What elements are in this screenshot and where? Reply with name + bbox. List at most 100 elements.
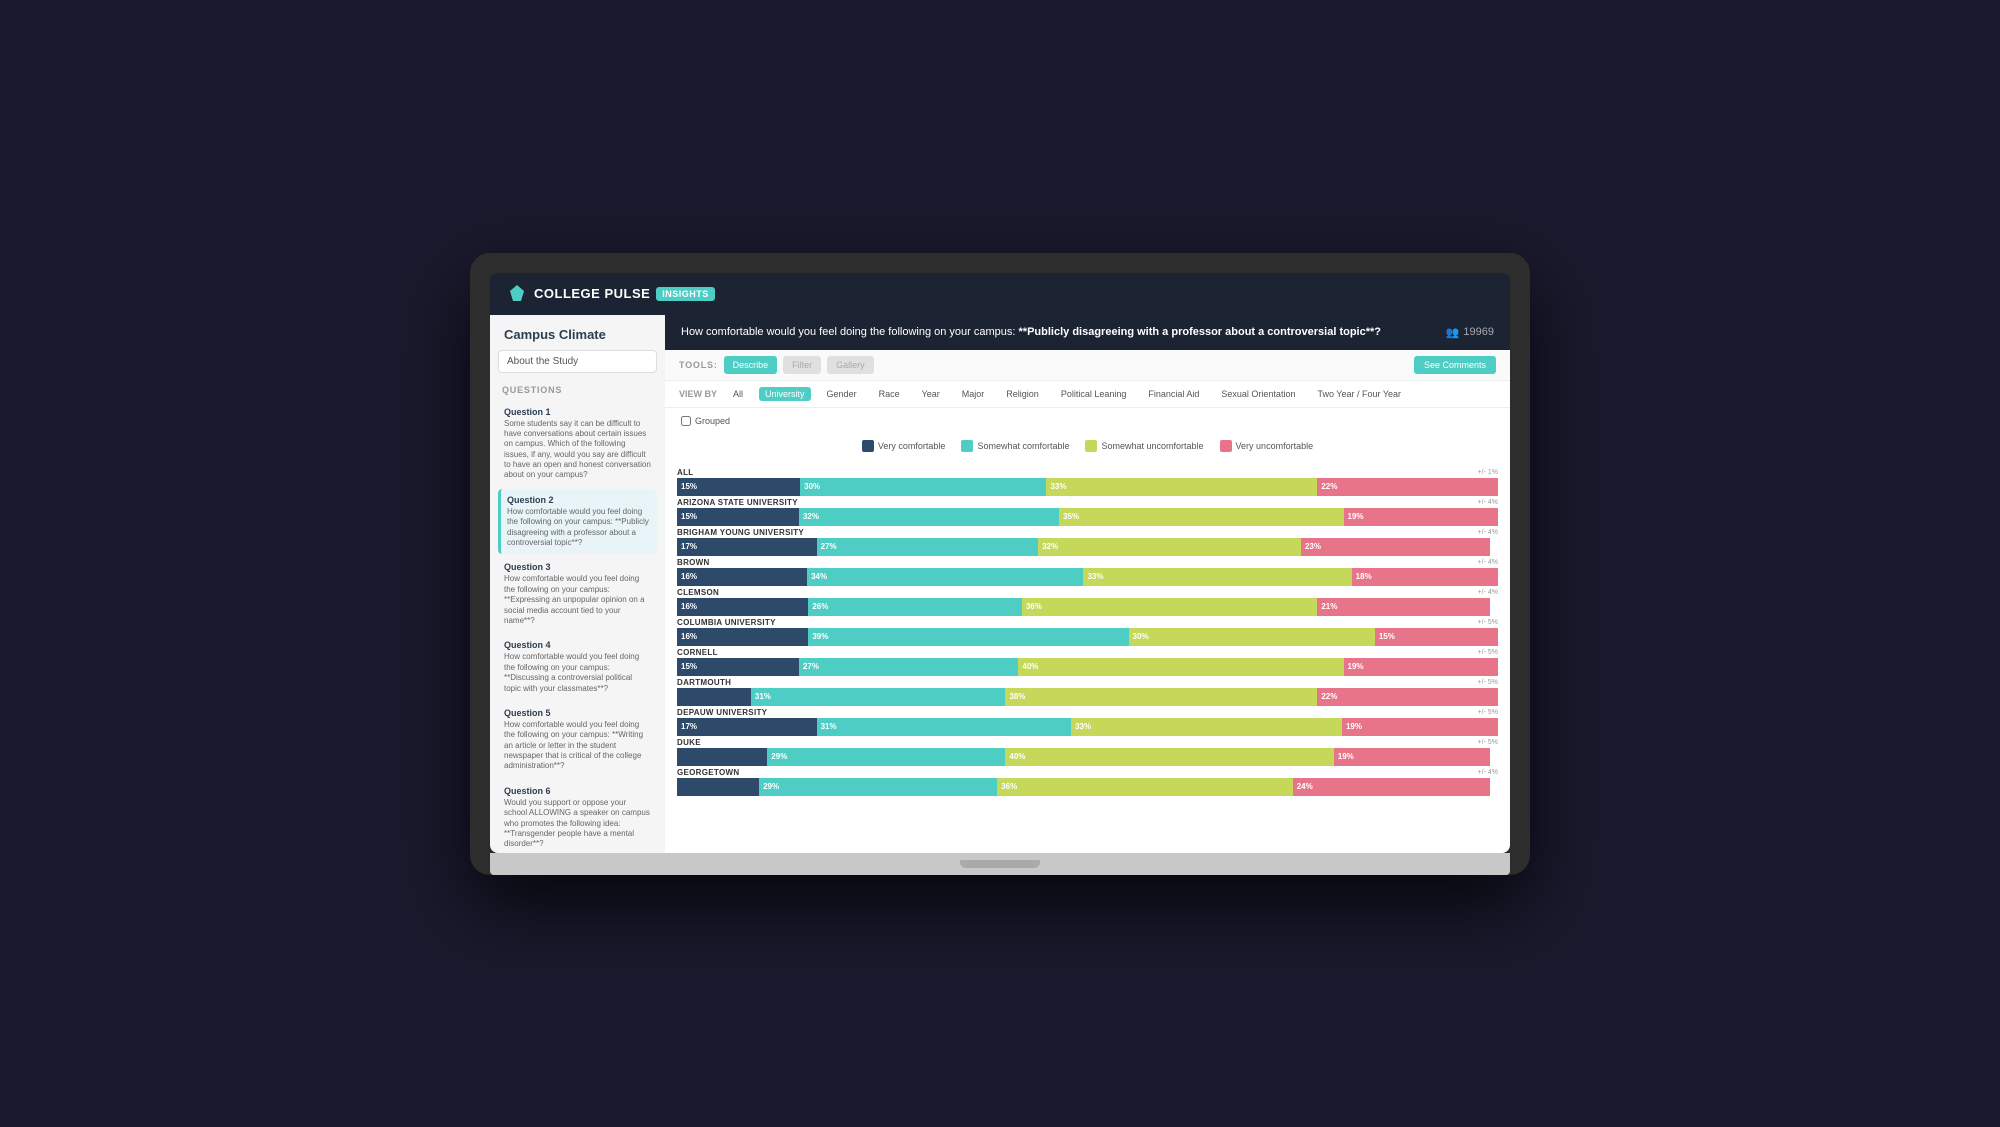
legend-dot-very-uncomfortable: [1220, 440, 1232, 452]
sidebar-title: Campus Climate: [498, 327, 657, 350]
bar-row-0: ALL +/- 1% 15%30%33%22%: [677, 468, 1498, 496]
gallery-button[interactable]: Gallery: [827, 356, 874, 374]
bar-segment-very-uncomfortable-9: 19%: [1334, 748, 1490, 766]
bar-margin-5: +/- 5%: [1478, 619, 1498, 626]
question-5-title: Question 5: [504, 708, 651, 718]
bar-segment-somewhat-uncomfortable-7: 38%: [1005, 688, 1317, 706]
bar-segment-very-uncomfortable-2: 23%: [1301, 538, 1490, 556]
bar-segment-somewhat-comfortable-2: 27%: [817, 538, 1039, 556]
tools-left: TOOLS: Describe Filter Gallery: [679, 356, 874, 374]
sidebar: Campus Climate About the Study QUESTIONS…: [490, 315, 665, 853]
respondent-icon: 👥: [1446, 326, 1460, 339]
laptop-notch: [960, 860, 1040, 868]
bar-margin-2: +/- 4%: [1478, 529, 1498, 536]
legend-label-somewhat-uncomfortable: Somewhat uncomfortable: [1101, 441, 1203, 451]
sidebar-item-question-6[interactable]: Question 6 Would you support or oppose y…: [498, 780, 657, 853]
view-btn-gender[interactable]: Gender: [821, 387, 863, 401]
legend-label-very-comfortable: Very comfortable: [878, 441, 946, 451]
bar-segment-somewhat-uncomfortable-6: 40%: [1018, 658, 1343, 676]
view-btn-year[interactable]: Year: [916, 387, 946, 401]
view-btn-all[interactable]: All: [727, 387, 749, 401]
bar-row-9: DUKE+/- 5%29%40%19%: [677, 738, 1498, 766]
bar-label-row-1: ARIZONA STATE UNIVERSITY+/- 4%: [677, 498, 1498, 507]
view-by-bar: VIEW BY All University Gender Race Year …: [665, 381, 1510, 408]
bar-margin-10: +/- 4%: [1478, 769, 1498, 776]
respondent-count: 👥 19969: [1446, 326, 1494, 339]
bar-university-label-7: DARTMOUTH: [677, 678, 731, 687]
sidebar-item-question-4[interactable]: Question 4 How comfortable would you fee…: [498, 634, 657, 700]
logo-area: COLLEGE PULSE INSIGHTS: [506, 283, 715, 305]
bar-segment-somewhat-comfortable-7: 31%: [751, 688, 1006, 706]
chart-area: Grouped Very comfortable Somewhat comfor…: [665, 408, 1510, 853]
view-btn-race[interactable]: Race: [873, 387, 906, 401]
bar-university-label-0: ALL: [677, 468, 693, 477]
bar-university-label-10: GEORGETOWN: [677, 768, 739, 777]
bar-container-0: 15%30%33%22%: [677, 478, 1498, 496]
see-comments-button[interactable]: See Comments: [1414, 356, 1496, 374]
bar-container-3: 16%34%33%18%: [677, 568, 1498, 586]
question-2-text: How comfortable would you feel doing the…: [507, 507, 651, 549]
bar-segment-very-comfortable-0: 15%: [677, 478, 800, 496]
bar-segment-somewhat-comfortable-4: 26%: [808, 598, 1021, 616]
view-btn-university[interactable]: University: [759, 387, 811, 401]
bar-segment-somewhat-comfortable-6: 27%: [799, 658, 1018, 676]
laptop-bottom: [490, 853, 1510, 875]
bar-segment-somewhat-uncomfortable-3: 33%: [1083, 568, 1351, 586]
question-5-text: How comfortable would you feel doing the…: [504, 720, 651, 772]
bar-row-1: ARIZONA STATE UNIVERSITY+/- 4%15%32%35%1…: [677, 498, 1498, 526]
sidebar-item-question-3[interactable]: Question 3 How comfortable would you fee…: [498, 556, 657, 632]
view-btn-financial[interactable]: Financial Aid: [1142, 387, 1205, 401]
question-2-title: Question 2: [507, 495, 651, 505]
grouped-checkbox[interactable]: [681, 416, 691, 426]
bar-label-row-3: BROWN+/- 4%: [677, 558, 1498, 567]
bar-segment-very-uncomfortable-0: 22%: [1317, 478, 1498, 496]
legend-dot-somewhat-uncomfortable: [1085, 440, 1097, 452]
view-btn-sexual[interactable]: Sexual Orientation: [1215, 387, 1301, 401]
bar-label-row-2: BRIGHAM YOUNG UNIVERSITY+/- 4%: [677, 528, 1498, 537]
bar-segment-very-comfortable-8: 17%: [677, 718, 817, 736]
bar-row-7: DARTMOUTH+/- 5%31%38%22%: [677, 678, 1498, 706]
bar-segment-very-uncomfortable-6: 19%: [1344, 658, 1498, 676]
bar-margin-0: +/- 1%: [1478, 469, 1498, 476]
bar-segment-somewhat-comfortable-5: 39%: [808, 628, 1128, 646]
legend-label-somewhat-comfortable: Somewhat comfortable: [977, 441, 1069, 451]
question-4-text: How comfortable would you feel doing the…: [504, 652, 651, 694]
bar-row-5: COLUMBIA UNIVERSITY+/- 5%16%39%30%15%: [677, 618, 1498, 646]
bar-label-row-4: CLEMSON+/- 4%: [677, 588, 1498, 597]
bar-segment-very-comfortable-10: [677, 778, 759, 796]
insights-badge: INSIGHTS: [656, 287, 715, 301]
bar-row-4: CLEMSON+/- 4%16%26%36%21%: [677, 588, 1498, 616]
view-btn-twoyear[interactable]: Two Year / Four Year: [1311, 387, 1407, 401]
sidebar-item-question-1[interactable]: Question 1 Some students say it can be d…: [498, 401, 657, 487]
bar-segment-somewhat-comfortable-10: 29%: [759, 778, 997, 796]
filter-button[interactable]: Filter: [783, 356, 821, 374]
bar-segment-very-uncomfortable-3: 18%: [1352, 568, 1498, 586]
describe-button[interactable]: Describe: [724, 356, 778, 374]
view-btn-religion[interactable]: Religion: [1000, 387, 1045, 401]
grouped-checkbox-area: Grouped: [677, 416, 1498, 426]
tools-bar: TOOLS: Describe Filter Gallery See Comme…: [665, 350, 1510, 381]
sidebar-item-question-5[interactable]: Question 5 How comfortable would you fee…: [498, 702, 657, 778]
bar-segment-somewhat-comfortable-8: 31%: [817, 718, 1072, 736]
bar-row-10: GEORGETOWN+/- 4%29%36%24%: [677, 768, 1498, 796]
bar-segment-somewhat-comfortable-3: 34%: [807, 568, 1083, 586]
view-by-label: VIEW BY: [679, 389, 717, 399]
legend-somewhat-uncomfortable: Somewhat uncomfortable: [1085, 440, 1203, 452]
view-btn-major[interactable]: Major: [956, 387, 991, 401]
bar-segment-very-uncomfortable-8: 19%: [1342, 718, 1498, 736]
question-header: How comfortable would you feel doing the…: [665, 315, 1510, 350]
about-study-button[interactable]: About the Study: [498, 350, 657, 373]
bar-segment-very-comfortable-5: 16%: [677, 628, 808, 646]
sidebar-item-question-2[interactable]: Question 2 How comfortable would you fee…: [498, 489, 657, 555]
view-btn-political[interactable]: Political Leaning: [1055, 387, 1133, 401]
question-6-text: Would you support or oppose your school …: [504, 798, 651, 850]
question-6-title: Question 6: [504, 786, 651, 796]
bar-segment-very-uncomfortable-10: 24%: [1293, 778, 1490, 796]
bar-margin-7: +/- 5%: [1478, 679, 1498, 686]
bar-segment-very-uncomfortable-4: 21%: [1317, 598, 1489, 616]
legend-somewhat-comfortable: Somewhat comfortable: [961, 440, 1069, 452]
respondent-number: 19969: [1463, 326, 1494, 338]
bar-segment-very-comfortable-3: 16%: [677, 568, 807, 586]
legend-dot-very-comfortable: [862, 440, 874, 452]
bar-university-label-9: DUKE: [677, 738, 701, 747]
